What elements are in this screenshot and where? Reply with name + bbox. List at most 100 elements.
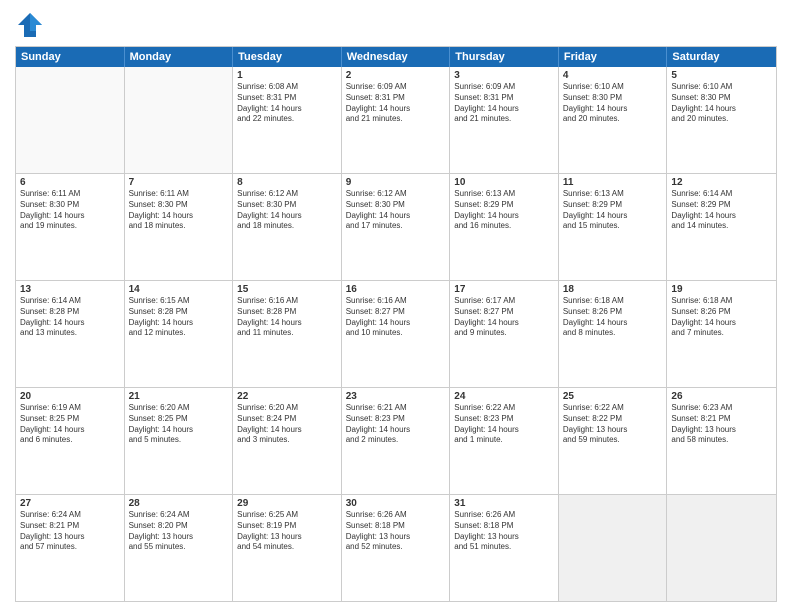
calendar-cell: 23Sunrise: 6:21 AMSunset: 8:23 PMDayligh…	[342, 388, 451, 494]
calendar-cell: 1Sunrise: 6:08 AMSunset: 8:31 PMDaylight…	[233, 67, 342, 173]
day-number: 29	[237, 498, 337, 509]
cell-info-line: Sunrise: 6:22 AM	[563, 403, 663, 414]
day-number: 27	[20, 498, 120, 509]
cell-info-line: Daylight: 14 hours	[129, 318, 229, 329]
cell-info-line: and 20 minutes.	[671, 114, 772, 125]
cell-info-line: Sunset: 8:30 PM	[20, 200, 120, 211]
cell-info-line: Sunset: 8:30 PM	[563, 93, 663, 104]
cell-info-line: and 15 minutes.	[563, 221, 663, 232]
cell-info-line: and 1 minute.	[454, 435, 554, 446]
calendar-cell: 16Sunrise: 6:16 AMSunset: 8:27 PMDayligh…	[342, 281, 451, 387]
cell-info-line: Sunset: 8:27 PM	[454, 307, 554, 318]
cell-info-line: Daylight: 13 hours	[563, 425, 663, 436]
cell-info-line: Daylight: 14 hours	[237, 318, 337, 329]
calendar-cell: 31Sunrise: 6:26 AMSunset: 8:18 PMDayligh…	[450, 495, 559, 601]
cell-info-line: Daylight: 13 hours	[20, 532, 120, 543]
cell-info-line: Daylight: 14 hours	[454, 104, 554, 115]
calendar-cell: 6Sunrise: 6:11 AMSunset: 8:30 PMDaylight…	[16, 174, 125, 280]
calendar-cell: 25Sunrise: 6:22 AMSunset: 8:22 PMDayligh…	[559, 388, 668, 494]
cell-info-line: Daylight: 13 hours	[454, 532, 554, 543]
cell-info-line: Sunrise: 6:21 AM	[346, 403, 446, 414]
day-number: 25	[563, 391, 663, 402]
cell-info-line: Sunrise: 6:09 AM	[346, 82, 446, 93]
calendar-cell	[16, 67, 125, 173]
cell-info-line: Sunset: 8:23 PM	[454, 414, 554, 425]
day-number: 19	[671, 284, 772, 295]
cell-info-line: Sunrise: 6:16 AM	[237, 296, 337, 307]
page: SundayMondayTuesdayWednesdayThursdayFrid…	[0, 0, 792, 612]
cell-info-line: and 16 minutes.	[454, 221, 554, 232]
cell-info-line: Sunrise: 6:14 AM	[671, 189, 772, 200]
cell-info-line: and 3 minutes.	[237, 435, 337, 446]
cell-info-line: Sunrise: 6:13 AM	[563, 189, 663, 200]
cell-info-line: Sunrise: 6:26 AM	[454, 510, 554, 521]
calendar-cell: 10Sunrise: 6:13 AMSunset: 8:29 PMDayligh…	[450, 174, 559, 280]
logo-icon	[15, 10, 45, 40]
cell-info-line: Daylight: 14 hours	[237, 425, 337, 436]
cell-info-line: and 57 minutes.	[20, 542, 120, 553]
cell-info-line: Daylight: 14 hours	[20, 211, 120, 222]
cell-info-line: and 11 minutes.	[237, 328, 337, 339]
cell-info-line: Sunrise: 6:20 AM	[237, 403, 337, 414]
cell-info-line: and 12 minutes.	[129, 328, 229, 339]
cell-info-line: Sunrise: 6:16 AM	[346, 296, 446, 307]
cell-info-line: Daylight: 14 hours	[346, 211, 446, 222]
cell-info-line: Sunset: 8:26 PM	[563, 307, 663, 318]
cell-info-line: Sunrise: 6:18 AM	[563, 296, 663, 307]
cell-info-line: Sunset: 8:28 PM	[237, 307, 337, 318]
calendar-week-row: 20Sunrise: 6:19 AMSunset: 8:25 PMDayligh…	[16, 387, 776, 494]
day-number: 13	[20, 284, 120, 295]
cell-info-line: Sunrise: 6:26 AM	[346, 510, 446, 521]
cell-info-line: and 7 minutes.	[671, 328, 772, 339]
cell-info-line: Sunset: 8:21 PM	[20, 521, 120, 532]
cell-info-line: Daylight: 14 hours	[454, 318, 554, 329]
calendar-week-row: 6Sunrise: 6:11 AMSunset: 8:30 PMDaylight…	[16, 173, 776, 280]
cell-info-line: and 59 minutes.	[563, 435, 663, 446]
cell-info-line: Sunset: 8:28 PM	[129, 307, 229, 318]
cell-info-line: Sunset: 8:31 PM	[454, 93, 554, 104]
cell-info-line: Sunset: 8:29 PM	[671, 200, 772, 211]
cell-info-line: Sunrise: 6:09 AM	[454, 82, 554, 93]
calendar-header-row: SundayMondayTuesdayWednesdayThursdayFrid…	[16, 47, 776, 67]
day-number: 23	[346, 391, 446, 402]
cell-info-line: and 21 minutes.	[346, 114, 446, 125]
calendar-cell: 4Sunrise: 6:10 AMSunset: 8:30 PMDaylight…	[559, 67, 668, 173]
cell-info-line: Sunrise: 6:14 AM	[20, 296, 120, 307]
cell-info-line: Sunset: 8:25 PM	[20, 414, 120, 425]
cell-info-line: and 10 minutes.	[346, 328, 446, 339]
cell-info-line: Daylight: 14 hours	[237, 104, 337, 115]
calendar-cell: 24Sunrise: 6:22 AMSunset: 8:23 PMDayligh…	[450, 388, 559, 494]
cell-info-line: Sunrise: 6:24 AM	[20, 510, 120, 521]
calendar-cell: 3Sunrise: 6:09 AMSunset: 8:31 PMDaylight…	[450, 67, 559, 173]
cell-info-line: Daylight: 13 hours	[671, 425, 772, 436]
cell-info-line: Sunset: 8:19 PM	[237, 521, 337, 532]
calendar-cell	[559, 495, 668, 601]
cell-info-line: Sunset: 8:21 PM	[671, 414, 772, 425]
calendar-header-cell: Sunday	[16, 47, 125, 67]
calendar-cell: 14Sunrise: 6:15 AMSunset: 8:28 PMDayligh…	[125, 281, 234, 387]
cell-info-line: and 22 minutes.	[237, 114, 337, 125]
calendar-cell: 13Sunrise: 6:14 AMSunset: 8:28 PMDayligh…	[16, 281, 125, 387]
day-number: 31	[454, 498, 554, 509]
day-number: 10	[454, 177, 554, 188]
cell-info-line: and 51 minutes.	[454, 542, 554, 553]
calendar: SundayMondayTuesdayWednesdayThursdayFrid…	[15, 46, 777, 602]
cell-info-line: Daylight: 14 hours	[563, 318, 663, 329]
cell-info-line: and 58 minutes.	[671, 435, 772, 446]
calendar-week-row: 27Sunrise: 6:24 AMSunset: 8:21 PMDayligh…	[16, 494, 776, 601]
cell-info-line: and 14 minutes.	[671, 221, 772, 232]
calendar-cell: 8Sunrise: 6:12 AMSunset: 8:30 PMDaylight…	[233, 174, 342, 280]
cell-info-line: and 54 minutes.	[237, 542, 337, 553]
cell-info-line: and 6 minutes.	[20, 435, 120, 446]
cell-info-line: Sunrise: 6:10 AM	[671, 82, 772, 93]
cell-info-line: Daylight: 13 hours	[129, 532, 229, 543]
cell-info-line: Sunset: 8:31 PM	[237, 93, 337, 104]
cell-info-line: Daylight: 14 hours	[20, 425, 120, 436]
cell-info-line: Sunset: 8:22 PM	[563, 414, 663, 425]
cell-info-line: Daylight: 14 hours	[671, 211, 772, 222]
calendar-header-cell: Friday	[559, 47, 668, 67]
cell-info-line: and 8 minutes.	[563, 328, 663, 339]
cell-info-line: and 20 minutes.	[563, 114, 663, 125]
cell-info-line: Daylight: 14 hours	[237, 211, 337, 222]
cell-info-line: Sunrise: 6:18 AM	[671, 296, 772, 307]
